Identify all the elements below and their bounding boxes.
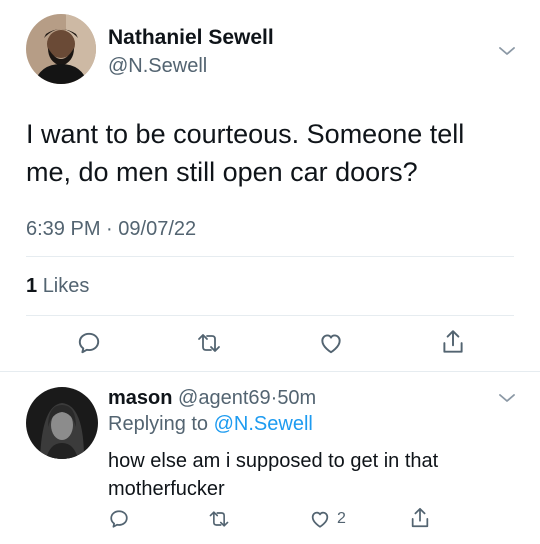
user-handle[interactable]: @N.Sewell: [108, 55, 207, 78]
replying-to-handle[interactable]: @N.Sewell: [214, 413, 313, 435]
likes-label: Likes: [42, 275, 90, 297]
user-handle[interactable]: @agent69: [178, 387, 271, 409]
tweet-text: I want to be courteous. Someone tell me,…: [26, 115, 464, 191]
reply-header: mason @agent69·50m: [108, 387, 316, 410]
reply-icon[interactable]: [108, 508, 130, 530]
like-icon[interactable]: [318, 330, 344, 356]
display-name[interactable]: mason: [108, 387, 172, 409]
chevron-down-icon[interactable]: [498, 391, 516, 405]
chevron-down-icon[interactable]: [498, 44, 516, 58]
tweet-time: 6:39 PM: [26, 218, 101, 240]
retweet-icon[interactable]: [207, 508, 231, 530]
reply-text-line: motherfucker: [108, 478, 225, 500]
tweet-text-line: I want to be courteous. Someone tell: [26, 119, 465, 149]
avatar[interactable]: [26, 387, 98, 459]
separator-dot: ·: [106, 218, 113, 240]
timestamp[interactable]: 6:39 PM · 09/07/22: [26, 218, 196, 241]
reply-text: how else am i supposed to get in that mo…: [108, 447, 438, 503]
divider: [26, 256, 514, 257]
tweet-text-line: me, do men still open car doors?: [26, 157, 418, 187]
replying-to-label: Replying to: [108, 413, 209, 435]
like-icon[interactable]: [309, 508, 331, 530]
retweet-icon[interactable]: [195, 330, 223, 356]
share-icon[interactable]: [440, 328, 466, 356]
avatar[interactable]: [26, 14, 96, 84]
divider: [26, 315, 514, 316]
reply-age[interactable]: 50m: [277, 387, 316, 409]
like-count: 2: [337, 510, 346, 527]
likes-stat[interactable]: 1 Likes: [26, 275, 89, 298]
reply-text-line: how else am i supposed to get in that: [108, 450, 439, 472]
section-divider: [0, 371, 540, 372]
replying-to: Replying to @N.Sewell: [108, 413, 313, 436]
display-name[interactable]: Nathaniel Sewell: [108, 26, 274, 50]
reply-icon[interactable]: [76, 330, 102, 356]
share-icon[interactable]: [409, 506, 431, 530]
likes-count: 1: [26, 275, 38, 297]
tweet-date: 09/07/22: [118, 218, 197, 240]
